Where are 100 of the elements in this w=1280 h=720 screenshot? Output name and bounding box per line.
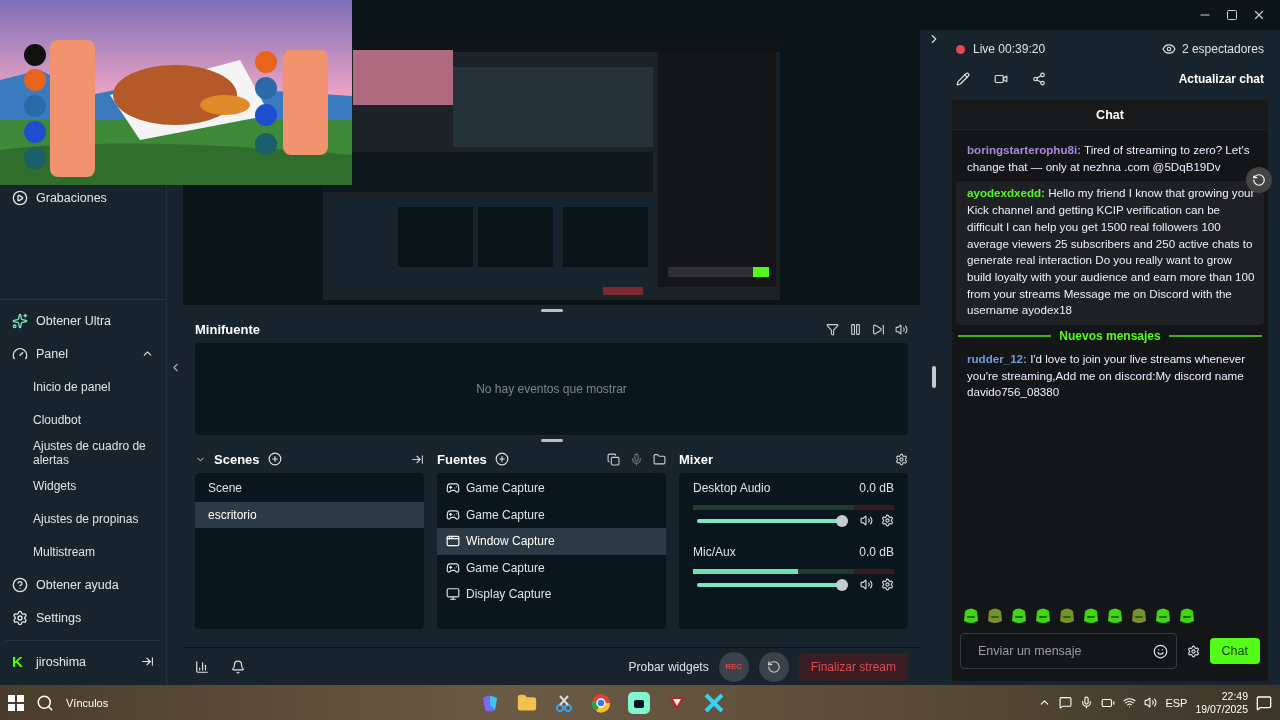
search-icon[interactable]	[36, 693, 54, 712]
message-field[interactable]: Enviar un mensaje	[960, 633, 1177, 669]
emote-icon[interactable]	[1058, 607, 1076, 625]
send-button[interactable]: Chat	[1209, 638, 1260, 664]
skip-icon[interactable]	[872, 322, 885, 336]
speaker-icon[interactable]	[895, 322, 908, 336]
sidebar-item[interactable]: Grabaciones	[0, 185, 166, 211]
channel-name: Mic/Aux	[693, 545, 736, 559]
emote-icon[interactable]	[986, 607, 1004, 625]
wifi-icon[interactable]	[1123, 696, 1137, 709]
maximize-icon[interactable]	[1226, 9, 1238, 21]
kick-logo: K	[12, 653, 24, 670]
windows-icon[interactable]	[8, 694, 24, 711]
settings-icon[interactable]	[895, 452, 908, 466]
mic-icon[interactable]	[1080, 696, 1094, 709]
sidebar-label: Settings	[36, 610, 82, 625]
emote-icon[interactable]	[1106, 607, 1124, 625]
settings-icon[interactable]	[881, 578, 894, 591]
add-icon[interactable]	[267, 452, 282, 466]
window-icon	[446, 534, 460, 549]
channel-reading: 0.0 dB	[859, 545, 894, 559]
chat-message: rudder_12: I'd love to join your live streams whenever you're streaming,Add me on discord:My discord name davido756_08380	[966, 351, 1247, 401]
sidebar-subitem[interactable]: Cloudbot	[0, 403, 166, 436]
emote-icon[interactable]	[1010, 607, 1028, 625]
sidebar-item[interactable]: Obtener ayuda	[0, 568, 166, 601]
settings-icon[interactable]	[881, 514, 894, 527]
live-timer: Live 00:39:20	[973, 42, 1046, 56]
close-icon[interactable]	[1252, 8, 1266, 22]
speaker-icon[interactable]	[860, 578, 873, 591]
monitor-icon	[446, 587, 460, 602]
settings-icon	[12, 609, 28, 626]
speaker-icon[interactable]	[1144, 696, 1158, 709]
emote-icon[interactable]	[962, 607, 980, 625]
resize-handle[interactable]	[540, 308, 563, 312]
chat-message: boringstarterophu8i: Tired of streaming to zero? Let's change that — only at nezhna .com @5DqB19Dv	[966, 142, 1251, 175]
sidebar-subitem[interactable]: Ajustes de cuadro de alertas	[0, 436, 166, 469]
chat-title: Chat	[1096, 107, 1124, 122]
pencil-icon[interactable]	[956, 72, 970, 86]
panel-title: Scenes	[214, 451, 260, 467]
transition-icon[interactable]	[411, 452, 424, 466]
sidebar-subitem[interactable]: Widgets	[0, 469, 166, 502]
live-dot	[956, 44, 965, 54]
add-icon[interactable]	[494, 452, 509, 466]
account-row[interactable]: K jiroshima	[0, 645, 166, 678]
sidebar-label: Panel	[36, 346, 68, 361]
sidebar-item[interactable]: Panel	[0, 337, 166, 370]
source-item[interactable]: Window Capture	[437, 528, 666, 555]
source-item[interactable]: Game Capture	[437, 475, 666, 502]
chart-icon[interactable]	[195, 659, 209, 674]
scrollbar[interactable]	[932, 366, 936, 388]
sidebar-item[interactable]: Settings	[0, 601, 166, 634]
sidebar-subitem[interactable]: Inicio de panel	[0, 370, 166, 403]
links-label[interactable]: Vínculos	[66, 696, 109, 709]
folder-icon[interactable]	[517, 692, 538, 713]
emote-icon[interactable]	[1034, 607, 1052, 625]
logout-icon[interactable]	[141, 655, 154, 668]
new-messages-label: Nuevos mensajes	[1059, 329, 1161, 344]
resize-handle[interactable]	[540, 438, 563, 442]
emote-icon[interactable]	[1082, 607, 1100, 625]
folder-icon[interactable]	[653, 452, 666, 466]
streaming-app-icon[interactable]	[628, 691, 651, 714]
end-stream-button[interactable]: Finalizar stream	[798, 652, 908, 681]
settings-icon[interactable]	[1186, 644, 1200, 658]
sparkle-icon	[12, 312, 28, 329]
help-icon	[12, 576, 28, 593]
gamepad-icon	[446, 507, 460, 522]
sidebar-label: Obtener Ultra	[36, 313, 112, 328]
scene-item[interactable]: escritorio	[195, 501, 424, 528]
camera-icon[interactable]	[994, 72, 1008, 86]
emote-icon[interactable]	[1178, 607, 1196, 625]
channel-name: Desktop Audio	[693, 481, 771, 495]
source-item[interactable]: Game Capture	[437, 554, 666, 581]
browser-icon[interactable]	[591, 692, 612, 713]
refresh-chat-button[interactable]: Actualizar chat	[1178, 72, 1264, 86]
source-item[interactable]: Display Capture	[437, 581, 666, 608]
sidebar-item[interactable]: Obtener Ultra	[0, 304, 166, 337]
speaker-icon[interactable]	[860, 514, 873, 527]
replay-button[interactable]	[758, 651, 789, 682]
clock[interactable]: 22:49 19/07/2025	[1195, 689, 1248, 716]
notification-icon[interactable]	[1256, 694, 1272, 711]
test-widgets-label[interactable]: Probar widgets	[628, 659, 709, 674]
panel-title: Minifuente	[195, 321, 260, 337]
channel-reading: 0.0 dB	[859, 481, 894, 495]
bell-icon[interactable]	[231, 659, 245, 674]
gamepad-icon	[446, 560, 460, 575]
replay-icon	[766, 659, 781, 674]
share-icon[interactable]	[1032, 72, 1046, 86]
message-input[interactable]: Enviar un mensaje	[976, 643, 1153, 659]
sidebar-subitem[interactable]: Multistream	[0, 535, 166, 568]
scene-item[interactable]: Scene	[195, 475, 424, 502]
emote-icon[interactable]	[1154, 607, 1172, 625]
sidebar-label: Obtener ayuda	[36, 577, 119, 592]
copy-icon[interactable]	[607, 452, 620, 466]
sidebar-subitem[interactable]: Ajustes de propinas	[0, 502, 166, 535]
emoji-icon[interactable]	[1152, 643, 1168, 659]
filter-icon[interactable]	[826, 322, 839, 336]
emote-icon[interactable]	[1130, 607, 1148, 625]
source-item[interactable]: Game Capture	[437, 501, 666, 528]
language-indicator[interactable]: ESP	[1165, 696, 1188, 709]
pause-icon[interactable]	[849, 322, 862, 336]
